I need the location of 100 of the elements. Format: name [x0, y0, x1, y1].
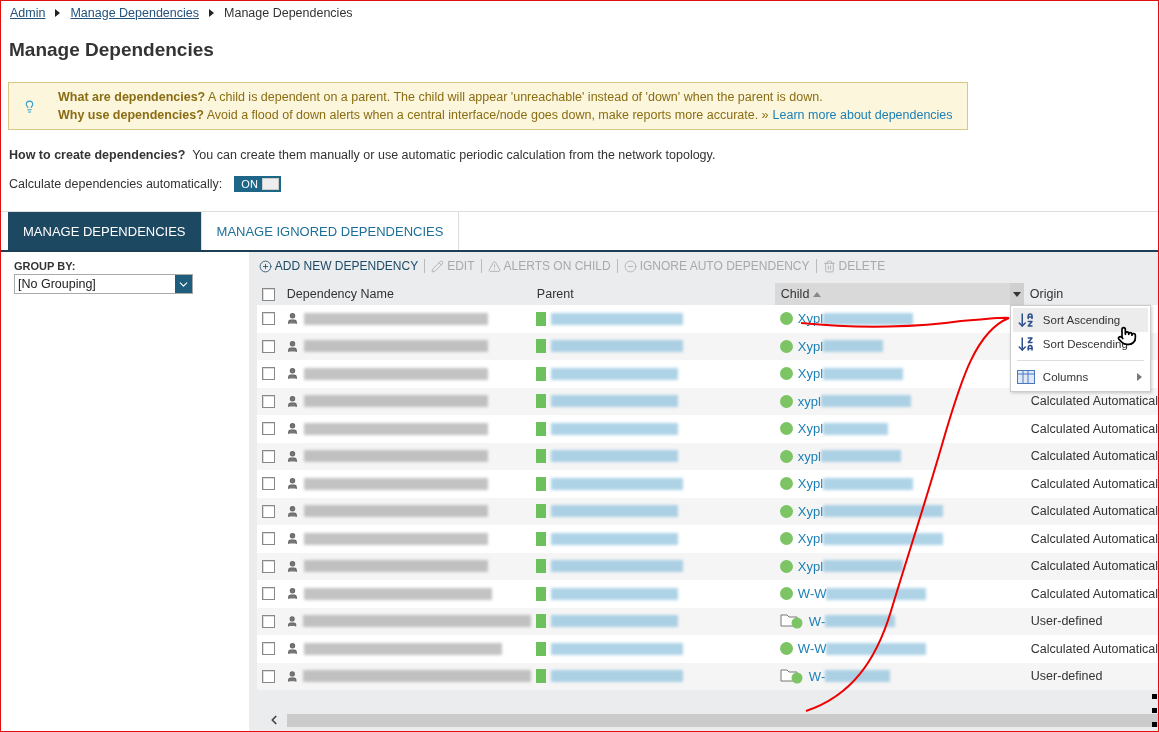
blurred-text	[823, 340, 884, 353]
status-square-icon	[535, 641, 546, 656]
column-header[interactable]: Parent	[530, 283, 775, 305]
origin-text: Calculated Automatical	[1029, 504, 1158, 519]
add-icon	[258, 259, 272, 273]
child-link[interactable]: W-	[808, 613, 826, 629]
row-checkbox[interactable]	[261, 669, 275, 683]
row-checkbox[interactable]	[261, 614, 275, 628]
status-square-icon	[535, 339, 546, 354]
child-link[interactable]: xypl	[797, 393, 821, 409]
status-square-icon	[535, 476, 546, 491]
origin-text: Calculated Automatical	[1029, 641, 1158, 656]
child-link[interactable]: Xypl	[797, 421, 824, 437]
tab[interactable]: MANAGE DEPENDENCIES	[8, 212, 202, 250]
column-menu-trigger[interactable]	[1009, 283, 1024, 305]
status-square-icon	[535, 669, 546, 684]
row-checkbox[interactable]	[261, 367, 275, 381]
status-square-icon	[535, 421, 546, 436]
breadcrumb-current[interactable]: Manage Dependencies	[224, 6, 353, 20]
origin-text: Calculated Automatical	[1029, 421, 1158, 436]
select-all-checkbox[interactable]	[261, 287, 275, 301]
child-link[interactable]: Xypl	[797, 503, 824, 519]
status-dot-icon	[779, 587, 793, 601]
user-icon	[285, 587, 299, 601]
pencil-icon	[431, 259, 445, 273]
user-icon	[285, 477, 299, 491]
child-link[interactable]: Xypl	[797, 531, 824, 547]
origin-text: User-defined	[1029, 614, 1103, 629]
resize-handle[interactable]	[1152, 708, 1157, 713]
user-icon	[285, 532, 299, 546]
menu-item[interactable]: Sort Ascending	[1012, 308, 1148, 332]
horizontal-scrollbar[interactable]	[286, 713, 1158, 727]
child-link[interactable]: Xypl	[797, 476, 824, 492]
status-square-icon	[535, 559, 546, 574]
sort-arrow-icon	[813, 291, 822, 297]
row-checkbox[interactable]	[261, 477, 275, 491]
status-dot-icon	[779, 532, 793, 546]
group-by-select[interactable]: [No Grouping]	[14, 274, 193, 294]
user-icon	[285, 367, 299, 381]
breadcrumb-link[interactable]: Admin	[10, 6, 46, 20]
status-square-icon	[535, 311, 546, 326]
user-icon	[285, 449, 299, 463]
group-by-label: GROUP BY:	[14, 260, 77, 272]
status-square-icon	[535, 586, 546, 601]
blurred-text	[825, 615, 896, 628]
status-square-icon	[535, 366, 546, 381]
toolbar-button[interactable]: ADD NEW DEPENDENCY	[258, 259, 425, 273]
blurred-text	[825, 670, 891, 683]
row-checkbox[interactable]	[261, 449, 275, 463]
child-link[interactable]: W-W	[797, 586, 827, 602]
menu-item[interactable]: Columns	[1012, 365, 1148, 389]
breadcrumb-arrow-icon	[209, 9, 214, 17]
status-square-icon	[535, 394, 546, 409]
child-link[interactable]: Xypl	[797, 558, 824, 574]
row-checkbox[interactable]	[261, 587, 275, 601]
row-checkbox[interactable]	[261, 339, 275, 353]
row-checkbox[interactable]	[261, 559, 275, 573]
resize-handle[interactable]	[1152, 722, 1157, 727]
user-icon	[285, 394, 299, 408]
origin-text: Calculated Automatical	[1029, 476, 1158, 491]
origin-text: Calculated Automatical	[1029, 394, 1158, 409]
lightbulb-icon	[23, 99, 36, 113]
status-square-icon	[535, 504, 546, 519]
origin-text: Calculated Automatical	[1029, 531, 1158, 546]
row-checkbox[interactable]	[261, 504, 275, 518]
row-checkbox[interactable]	[261, 394, 275, 408]
row-checkbox[interactable]	[261, 642, 275, 656]
auto-calc-label: Calculate dependencies automatically:	[9, 177, 223, 191]
user-icon	[285, 504, 299, 518]
user-icon	[285, 559, 299, 573]
breadcrumb-link[interactable]: Manage Dependencies	[70, 6, 199, 20]
row-checkbox[interactable]	[261, 312, 275, 326]
user-icon	[285, 312, 299, 326]
status-dot-icon	[779, 312, 793, 326]
info-text: Why use dependencies? Avoid a flood of down alerts when a central interface/node goes down, make reports more accurate. »	[58, 108, 769, 122]
minus-circle-icon	[623, 259, 637, 273]
breadcrumb-arrow-icon	[55, 9, 61, 17]
learn-more-link[interactable]: Learn more about dependencies	[772, 108, 953, 122]
status-dot-icon	[779, 367, 793, 381]
column-header[interactable]: Dependency Name	[280, 283, 531, 305]
row-checkbox[interactable]	[261, 532, 275, 546]
folder-status-icon	[779, 613, 804, 630]
child-link[interactable]: Xypl	[797, 338, 824, 354]
submenu-arrow-icon	[1136, 373, 1142, 381]
column-header[interactable]: Origin	[1023, 283, 1158, 305]
row-checkbox[interactable]	[261, 422, 275, 436]
status-dot-icon	[779, 422, 793, 436]
auto-calc-toggle[interactable]: ON	[234, 176, 282, 192]
how-to-text: How to create dependencies? You can create them manually or use automatic periodic calculation from the network topology.	[9, 148, 717, 162]
child-link[interactable]: W-	[808, 668, 826, 684]
child-link[interactable]: Xypl	[797, 311, 824, 327]
resize-handle[interactable]	[1152, 694, 1157, 699]
child-link[interactable]: W-W	[797, 641, 827, 657]
column-header[interactable]: Child	[774, 283, 1024, 305]
child-link[interactable]: xypl	[797, 448, 821, 464]
child-link[interactable]: Xypl	[797, 366, 824, 382]
warning-icon	[487, 259, 501, 273]
origin-text: Calculated Automatical	[1029, 586, 1158, 601]
menu-item[interactable]: Sort Descending	[1012, 332, 1148, 356]
status-dot-icon	[779, 477, 793, 491]
